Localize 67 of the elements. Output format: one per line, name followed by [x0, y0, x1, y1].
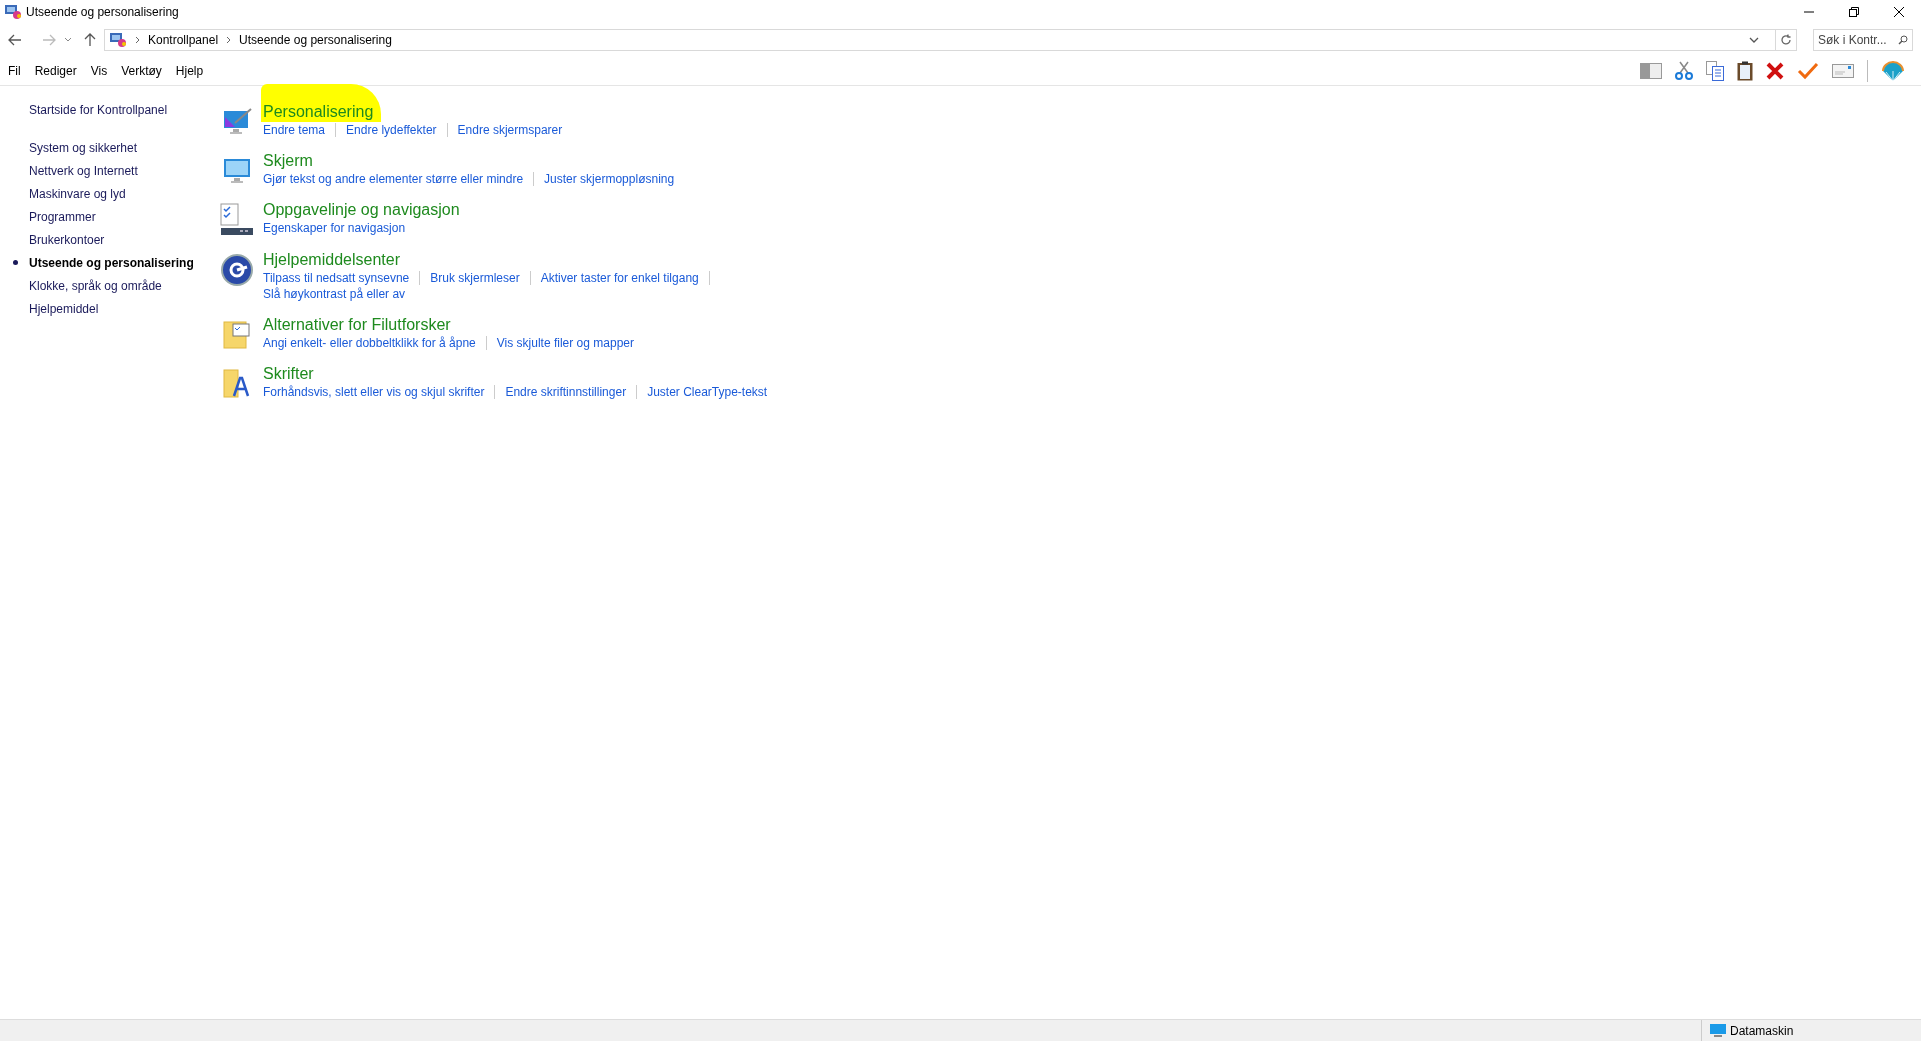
task-link[interactable]: Slå høykontrast på eller av [263, 286, 406, 302]
clipboard-icon[interactable] [1737, 60, 1753, 81]
back-arrow-icon[interactable] [8, 34, 22, 46]
category-title[interactable]: Alternativer for Filutforsker [263, 316, 451, 333]
close-x-icon[interactable] [1766, 61, 1784, 80]
folder-options-icon [221, 318, 253, 350]
category-title[interactable]: Oppgavelinje og navigasjon [263, 201, 460, 218]
category-title[interactable]: Personalisering [263, 103, 374, 120]
shell-icon[interactable] [1881, 59, 1905, 82]
menu-item[interactable]: Fil [8, 61, 21, 80]
task-link[interactable]: Endre tema [263, 122, 326, 138]
sidebar-item[interactable]: Nettverk og Internett [29, 161, 138, 180]
sidebar-item[interactable]: Hjelpemiddel [29, 299, 99, 318]
control-panel-icon [4, 4, 22, 20]
menu-item[interactable]: Verktøy [121, 61, 162, 80]
envelope-icon[interactable] [1832, 62, 1854, 79]
menu-item[interactable]: Rediger [34, 61, 77, 80]
sidebar-item[interactable]: Klokke, språk og område [29, 276, 162, 295]
task-link[interactable]: Gjør tekst og andre elementer større eller mindre [263, 171, 524, 187]
sidebar-home-link[interactable]: Startside for Kontrollpanel [29, 101, 215, 119]
control-panel-icon [109, 32, 127, 48]
category-title[interactable]: Hjelpemiddelsenter [263, 251, 400, 268]
search-icon [1898, 35, 1908, 45]
task-link[interactable]: Egenskaper for navigasjon [263, 220, 406, 236]
task-link[interactable]: Juster skjermoppløsning [544, 171, 675, 187]
task-link[interactable]: Tilpass til nedsatt synsevne [263, 270, 410, 286]
breadcrumb[interactable]: Utseende og personalisering [239, 31, 392, 49]
task-link[interactable]: Aktiver taster for enkel tilgang [540, 270, 699, 286]
sidebar-item[interactable]: Programmer [29, 207, 96, 226]
task-link[interactable]: Endre lydeffekter [346, 122, 437, 138]
address-bar[interactable]: Kontrollpanel Utseende og personalisering [104, 29, 1797, 51]
restore-icon [1848, 7, 1859, 17]
task-link[interactable]: Vis skjulte filer og mapper [496, 335, 634, 351]
category-title[interactable]: Skrifter [263, 365, 314, 382]
task-link[interactable]: Forhåndsvis, slett eller vis og skjul skrifter [263, 384, 485, 400]
scissors-icon[interactable] [1675, 60, 1693, 81]
accessibility-icon [220, 253, 254, 287]
task-link[interactable]: Angi enkelt- eller dobbeltklikk for å åpne [263, 335, 476, 351]
checkmark-icon[interactable] [1797, 61, 1819, 80]
task-link[interactable]: Endre skriftinnstillinger [505, 384, 627, 400]
category-title[interactable]: Skjerm [263, 152, 313, 169]
sidebar-item[interactable]: Maskinvare og lyd [29, 184, 126, 203]
task-link[interactable]: Juster ClearType-tekst [647, 384, 768, 400]
monitor-brush-icon [221, 105, 253, 137]
task-link[interactable]: Endre skjermsparer [457, 122, 563, 138]
copy-icon[interactable] [1706, 60, 1724, 81]
chevron-icon [226, 36, 232, 44]
refresh-icon[interactable] [1780, 34, 1792, 46]
close-icon [1893, 7, 1904, 17]
panel-layout-icon[interactable] [1640, 62, 1662, 79]
up-arrow-icon[interactable] [84, 33, 96, 47]
task-link[interactable]: Bruk skjermleser [430, 270, 520, 286]
status-text: Datamaskin [1730, 1022, 1794, 1040]
dropdown-caret-icon[interactable] [1749, 37, 1759, 43]
window-title: Utseende og personalisering [26, 4, 179, 21]
sidebar-item[interactable]: Brukerkontoer [29, 230, 105, 249]
menu-item[interactable]: Vis [90, 61, 108, 80]
chevron-icon [135, 36, 140, 44]
taskbar-checklist-icon [220, 203, 254, 237]
search-field[interactable]: Søk i Kontr... [1813, 29, 1913, 51]
dropdown-caret-icon[interactable] [64, 37, 72, 43]
sidebar-item[interactable]: System og sikkerhet [29, 138, 138, 157]
computer-icon [1710, 1023, 1726, 1038]
breadcrumb[interactable]: Kontrollpanel [148, 31, 219, 49]
menu-item[interactable]: Hjelp [175, 61, 204, 80]
sidebar-item[interactable]: Utseende og personalisering [29, 253, 194, 272]
bullet-icon [13, 260, 18, 265]
